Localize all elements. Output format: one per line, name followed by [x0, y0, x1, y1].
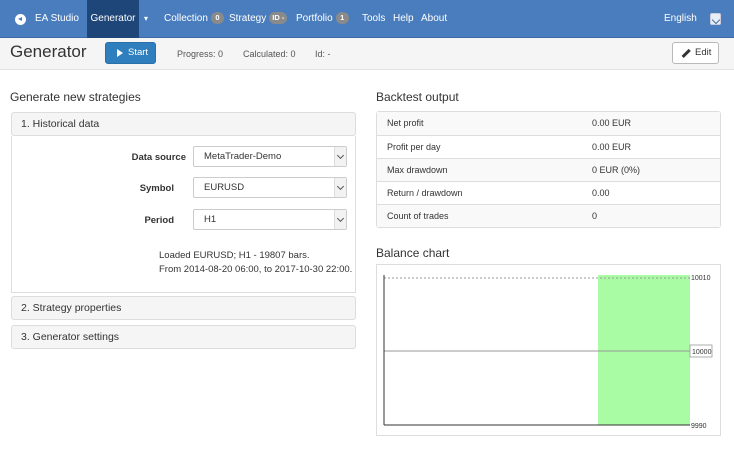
chevron-down-icon [334, 210, 346, 229]
stat-value: 0.00 [592, 188, 610, 198]
data-source-label: Data source [131, 152, 186, 163]
portfolio-count-badge: 1 [335, 12, 349, 24]
chevron-down-icon [334, 178, 346, 197]
nav-portfolio[interactable]: Portfolio 1 [296, 0, 349, 38]
loaded-info-line2: From 2014-08-20 06:00, to 2017-10-30 22:… [159, 264, 353, 275]
table-row: Count of trades 0 [377, 204, 720, 227]
period-value: H1 [204, 214, 217, 225]
nav-about[interactable]: About [421, 0, 447, 38]
symbol-label: Symbol [139, 183, 174, 194]
language-dropdown-icon[interactable] [710, 13, 721, 25]
stat-value: 0.00 EUR [592, 118, 632, 128]
start-button-label: Start [128, 47, 149, 58]
nav-strategy-label: Strategy [229, 13, 267, 24]
stat-label: Count of trades [387, 211, 449, 221]
table-row: Return / drawdown 0.00 [377, 181, 720, 204]
backtest-heading: Backtest output [376, 90, 459, 104]
nav-portfolio-label: Portfolio [296, 13, 333, 24]
backtest-table: Net profit 0.00 EUR Profit per day 0.00 … [376, 111, 721, 228]
data-source-value: MetaTrader-Demo [204, 151, 282, 162]
nav-collection-label: Collection [164, 13, 208, 24]
y-tick-mid: 10000 [692, 349, 712, 356]
nav-tools[interactable]: Tools [362, 0, 385, 38]
nav-strategy[interactable]: Strategy ID - [229, 0, 288, 38]
id-text: Id: - [315, 49, 331, 59]
y-tick-top: 10010 [691, 275, 711, 282]
chart-highlight-area [598, 275, 690, 425]
historical-data-body: Data source MetaTrader-Demo Symbol EURUS… [11, 136, 356, 293]
balance-chart-canvas: 10010 10000 9990 [383, 275, 713, 430]
balance-heading: Balance chart [376, 246, 450, 260]
panel-historical-data[interactable]: 1. Historical data [11, 112, 356, 136]
data-source-select[interactable]: MetaTrader-Demo [193, 146, 347, 167]
symbol-select[interactable]: EURUSD [193, 177, 347, 198]
table-row: Profit per day 0.00 EUR [377, 135, 720, 158]
table-row: Net profit 0.00 EUR [377, 112, 720, 135]
nav-generator[interactable]: Generator [87, 0, 139, 38]
strategy-id-badge: ID - [269, 12, 288, 24]
period-label: Period [144, 215, 174, 226]
play-icon [117, 49, 123, 57]
edit-button-label: Edit [695, 47, 712, 58]
table-row: Max drawdown 0 EUR (0%) [377, 158, 720, 181]
pencil-icon [681, 48, 691, 58]
chevron-down-icon [334, 147, 346, 166]
stat-label: Max drawdown [387, 165, 448, 175]
stat-label: Net profit [387, 118, 424, 128]
stat-value: 0 [592, 211, 598, 221]
chevron-down-icon[interactable]: ▾ [144, 0, 148, 38]
edit-button[interactable]: Edit [672, 42, 719, 64]
calculated-text: Calculated: 0 [243, 49, 296, 59]
generate-heading: Generate new strategies [10, 90, 141, 104]
y-tick-bottom: 9990 [691, 423, 707, 430]
start-button[interactable]: Start [105, 42, 156, 64]
nav-collection[interactable]: Collection 0 [164, 0, 224, 38]
panel-generator-settings[interactable]: 3. Generator settings [11, 325, 356, 349]
stat-label: Profit per day [387, 142, 441, 152]
top-navbar: EA Studio Generator ▾ Collection 0 Strate… [0, 0, 734, 38]
nav-brand[interactable]: EA Studio [35, 0, 79, 38]
balance-chart: 10010 10000 9990 [376, 264, 721, 436]
stat-value: 0 EUR (0%) [592, 165, 641, 175]
stat-value: 0.00 EUR [592, 142, 632, 152]
language-label[interactable]: English [664, 0, 697, 38]
symbol-value: EURUSD [204, 182, 245, 193]
panel-strategy-properties[interactable]: 2. Strategy properties [11, 296, 356, 320]
page-title: Generator [10, 42, 87, 61]
period-select[interactable]: H1 [193, 209, 347, 230]
loaded-info-line1: Loaded EURUSD; H1 - 19807 bars. [159, 250, 310, 261]
collection-count-badge: 0 [210, 12, 224, 24]
back-arrow-icon[interactable] [15, 14, 26, 25]
progress-text: Progress: 0 [177, 49, 224, 59]
toolbar: Generator Start Progress: 0 Calculated: … [0, 38, 734, 70]
stat-label: Return / drawdown [387, 188, 463, 198]
nav-help[interactable]: Help [393, 0, 414, 38]
